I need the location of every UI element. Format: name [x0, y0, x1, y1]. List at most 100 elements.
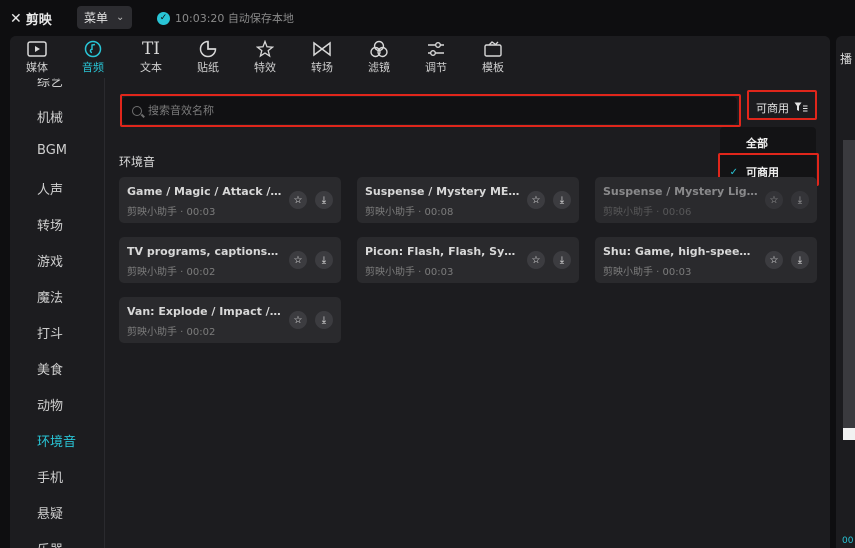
tab-filter[interactable]: 滤镜: [354, 39, 404, 77]
download-icon[interactable]: ⤓: [315, 191, 333, 209]
audio-category-sidebar: 综艺 机械 BGM 人声 转场 游戏 魔法 打斗 美食 动物 环境音 手机 悬疑…: [10, 78, 105, 548]
audio-note-icon: [84, 39, 102, 59]
search-input[interactable]: [148, 104, 708, 117]
player-panel-title: 播: [840, 52, 853, 66]
save-status-text: 10:03:20 自动保存本地: [175, 12, 294, 25]
download-icon[interactable]: ⤓: [315, 311, 333, 329]
tab-media[interactable]: 媒体: [12, 39, 62, 77]
sound-meta: 剪映小助手 · 00:02: [127, 267, 216, 278]
tab-text[interactable]: TI 文本: [126, 39, 176, 77]
tab-template[interactable]: 模板: [468, 39, 518, 77]
sidebar-item-fighting[interactable]: 打斗: [37, 323, 63, 342]
sound-name: TV programs, captions, et...: [127, 245, 282, 258]
effects-star-icon: [256, 39, 274, 59]
filter-funnel-icon: [794, 102, 808, 115]
top-bar: ✕ 剪映 菜单 ⌄ ✓ 10:03:20 自动保存本地: [0, 0, 855, 36]
player-timecode: 00: [842, 536, 854, 546]
sound-meta: 剪映小助手 · 00:02: [127, 327, 216, 338]
text-icon: TI: [141, 39, 161, 59]
sound-name: Game / Magic / Attack / C...: [127, 185, 282, 198]
sidebar-item-food[interactable]: 美食: [37, 359, 63, 378]
sound-name: Van: Explode / Impact / A...: [127, 305, 282, 318]
sound-meta: 剪映小助手 · 00:06: [603, 207, 692, 218]
sidebar-item-vocal[interactable]: 人声: [37, 179, 63, 198]
player-scroll-thumb[interactable]: [843, 428, 855, 440]
favorite-star-icon[interactable]: ☆: [765, 191, 783, 209]
tab-transition[interactable]: 转场: [297, 39, 347, 77]
sidebar-item-phone[interactable]: 手机: [37, 467, 63, 486]
sidebar-item-suspense[interactable]: 悬疑: [37, 503, 63, 522]
template-icon: [483, 39, 503, 59]
sound-card[interactable]: Game / Magic / Attack / C... 剪映小助手 · 00:…: [119, 177, 341, 223]
sidebar-item-magic[interactable]: 魔法: [37, 287, 63, 306]
sidebar-item-ambient[interactable]: 环境音: [37, 431, 76, 450]
sound-meta: 剪映小助手 · 00:03: [127, 207, 216, 218]
menu-button-label: 菜单: [84, 11, 109, 25]
sidebar-item-game[interactable]: 游戏: [37, 251, 63, 270]
download-icon[interactable]: ⤓: [791, 191, 809, 209]
filter-button-label: 可商用: [756, 102, 789, 115]
tab-audio[interactable]: 音频: [68, 39, 118, 77]
favorite-star-icon[interactable]: ☆: [289, 311, 307, 329]
favorite-star-icon[interactable]: ☆: [289, 251, 307, 269]
menu-button[interactable]: 菜单 ⌄: [77, 6, 132, 29]
sidebar-item-variety[interactable]: 综艺: [37, 78, 63, 90]
sound-card[interactable]: TV programs, captions, et... 剪映小助手 · 00:…: [119, 237, 341, 283]
capcut-logo-icon: ✕: [10, 10, 22, 27]
download-icon[interactable]: ⤓: [553, 251, 571, 269]
search-icon: [132, 105, 142, 116]
sound-effects-content: 可商用 全部 ✓ 可商用 环境音 Game / Magic / Attack /…: [106, 78, 830, 548]
download-icon[interactable]: ⤓: [791, 251, 809, 269]
sticker-icon: [199, 39, 217, 59]
tab-label: 滤镜: [368, 61, 390, 74]
tab-label: 转场: [311, 61, 333, 74]
category-tabs: 媒体 音频 TI 文本 贴纸 特效 转场 滤镜 调节 模板: [10, 36, 830, 78]
sound-card[interactable]: Picon: Flash, Flash, Synthe... 剪映小助手 · 0…: [357, 237, 579, 283]
sound-card[interactable]: Suspense / Mystery ME Ta... 剪映小助手 · 00:0…: [357, 177, 579, 223]
sound-card[interactable]: Van: Explode / Impact / A... 剪映小助手 · 00:…: [119, 297, 341, 343]
sound-name: Suspense / Mystery ME Ta...: [365, 185, 520, 198]
tab-effects[interactable]: 特效: [240, 39, 290, 77]
adjust-sliders-icon: [426, 39, 446, 59]
sound-meta: 剪映小助手 · 00:03: [603, 267, 692, 278]
transition-icon: [312, 39, 332, 59]
filter-option-label: 全部: [746, 137, 768, 150]
section-title: 环境音: [119, 155, 156, 169]
filter-circles-icon: [369, 39, 389, 59]
sound-meta: 剪映小助手 · 00:03: [365, 267, 454, 278]
sound-card[interactable]: Shu: Game, high-speed m... 剪映小助手 · 00:03…: [595, 237, 817, 283]
tab-sticker[interactable]: 贴纸: [183, 39, 233, 77]
player-scroll-track[interactable]: [843, 140, 855, 440]
sidebar-item-mechanical[interactable]: 机械: [37, 107, 63, 126]
chevron-down-icon: ⌄: [116, 12, 125, 23]
sound-name: Shu: Game, high-speed m...: [603, 245, 758, 258]
tab-label: 模板: [482, 61, 504, 74]
check-icon: ✓: [729, 166, 738, 178]
sound-name: Suspense / Mystery Light ...: [603, 185, 758, 198]
sound-card[interactable]: Suspense / Mystery Light ... 剪映小助手 · 00:…: [595, 177, 817, 223]
material-panel: 媒体 音频 TI 文本 贴纸 特效 转场 滤镜 调节 模板 综艺 机械 BGM …: [10, 36, 830, 548]
save-status: ✓ 10:03:20 自动保存本地: [157, 10, 294, 26]
sidebar-item-instrument[interactable]: 乐器: [37, 539, 63, 548]
tab-label: 媒体: [26, 61, 48, 74]
favorite-star-icon[interactable]: ☆: [765, 251, 783, 269]
tab-adjust[interactable]: 调节: [411, 39, 461, 77]
sound-name: Picon: Flash, Flash, Synthe...: [365, 245, 520, 258]
sidebar-item-bgm[interactable]: BGM: [37, 143, 67, 158]
sidebar-item-animal[interactable]: 动物: [37, 395, 63, 414]
filter-option-all[interactable]: 全部: [720, 130, 816, 156]
download-icon[interactable]: ⤓: [553, 191, 571, 209]
check-circle-icon: ✓: [157, 11, 170, 25]
tab-label: 音频: [82, 61, 104, 74]
tab-label: 特效: [254, 61, 276, 74]
commercial-filter-button[interactable]: 可商用: [752, 96, 816, 120]
sidebar-item-transition[interactable]: 转场: [37, 215, 63, 234]
favorite-star-icon[interactable]: ☆: [527, 191, 545, 209]
search-box[interactable]: [122, 97, 737, 124]
media-play-icon: [27, 39, 47, 59]
favorite-star-icon[interactable]: ☆: [527, 251, 545, 269]
tab-label: 贴纸: [197, 61, 219, 74]
download-icon[interactable]: ⤓: [315, 251, 333, 269]
favorite-star-icon[interactable]: ☆: [289, 191, 307, 209]
tab-label: 文本: [140, 61, 162, 74]
